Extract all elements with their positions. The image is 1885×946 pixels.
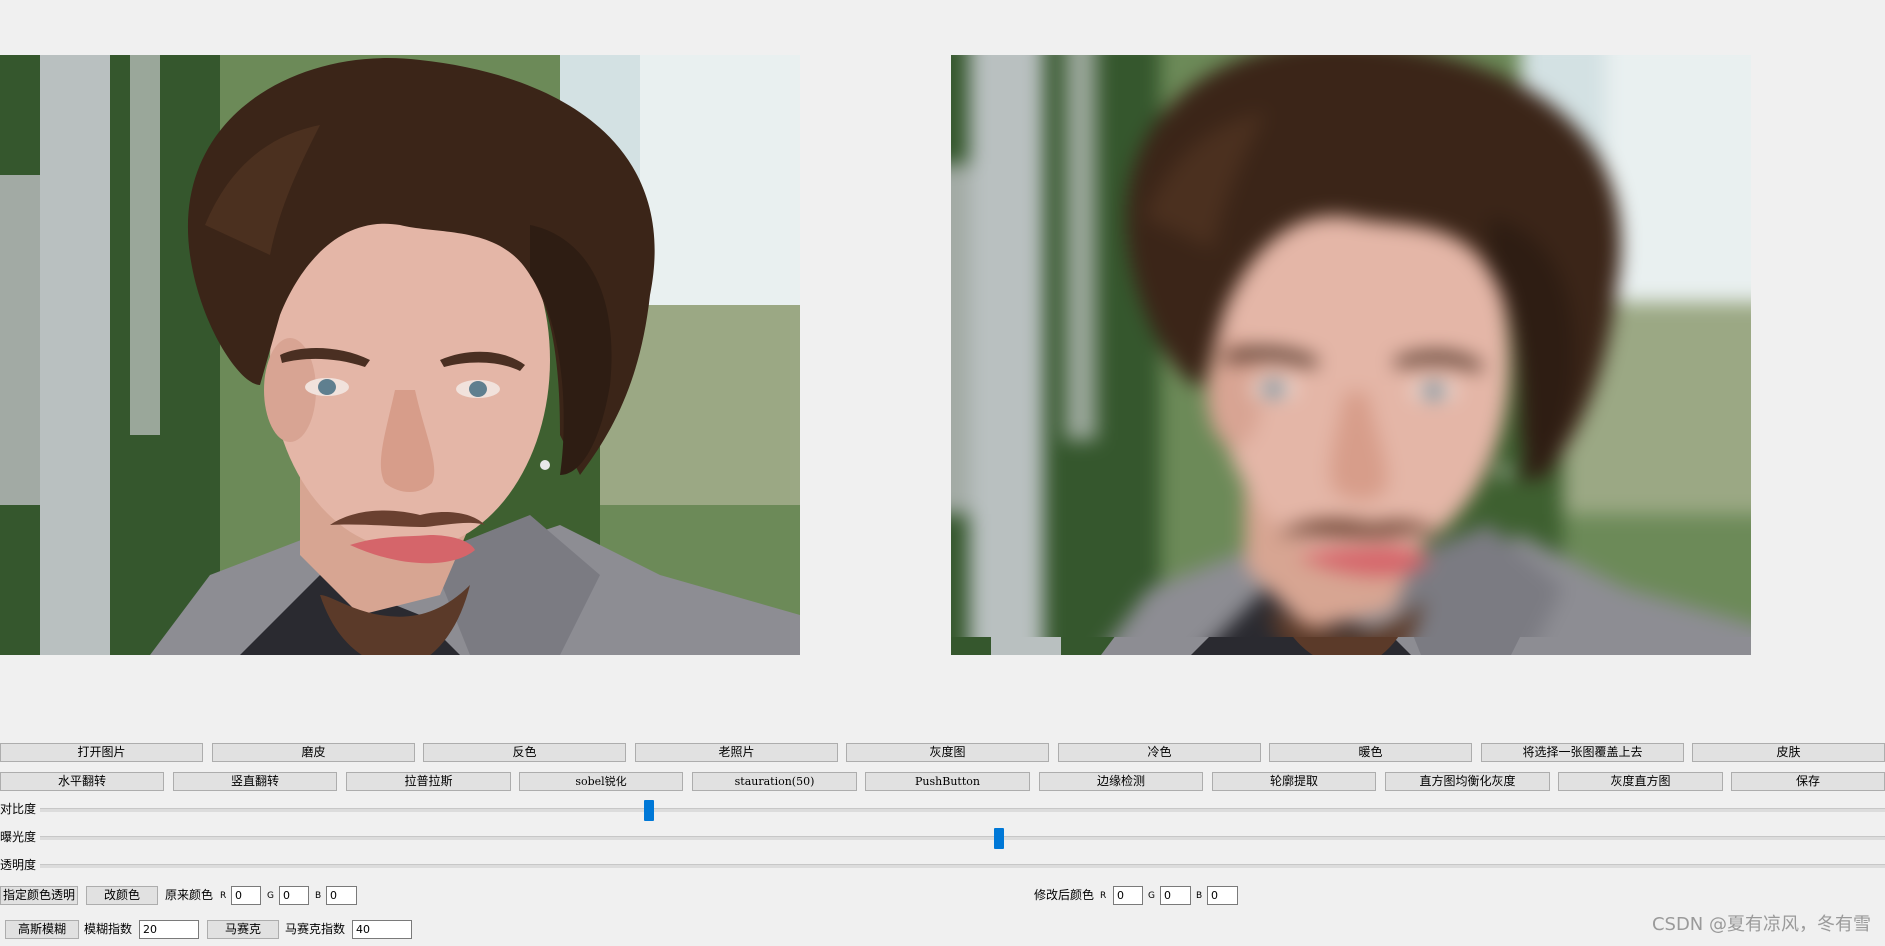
warm-tone-button[interactable]: 暖色 [1269, 743, 1472, 762]
sobel-sharpen-button[interactable]: sobel锐化 [519, 772, 683, 791]
open-image-button[interactable]: 打开图片 [0, 743, 203, 762]
blurred-portrait-image [951, 55, 1751, 655]
gray-histogram-button[interactable]: 灰度直方图 [1558, 772, 1723, 791]
opacity-slider-groove [40, 864, 1885, 868]
make-color-transparent-button[interactable]: 指定颜色透明 [0, 886, 78, 905]
exposure-slider-handle[interactable] [994, 828, 1005, 849]
old-photo-button[interactable]: 老照片 [635, 743, 838, 762]
original-portrait-image [0, 55, 800, 655]
opacity-label: 透明度 [0, 858, 37, 872]
contrast-slider-handle[interactable] [643, 800, 654, 821]
modified-r-label: R [1100, 891, 1107, 901]
edge-detection-button[interactable]: 边缘检测 [1039, 772, 1203, 791]
histogram-equalization-button[interactable]: 直方图均衡化灰度 [1385, 772, 1550, 791]
skin-smoothing-button[interactable]: 磨皮 [212, 743, 415, 762]
change-color-button[interactable]: 改颜色 [86, 886, 158, 905]
save-button[interactable]: 保存 [1731, 772, 1885, 791]
exposure-label: 曝光度 [0, 830, 37, 844]
contrast-slider[interactable] [40, 800, 1885, 821]
processed-image [951, 55, 1751, 655]
opacity-slider[interactable] [40, 856, 1885, 876]
vertical-flip-button[interactable]: 竖直翻转 [173, 772, 337, 791]
push-button[interactable]: PushButton [865, 772, 1030, 791]
watermark: CSDN @夏有凉风，冬有雪 [1651, 914, 1871, 935]
laplacian-button[interactable]: 拉普拉斯 [346, 772, 511, 791]
exposure-slider-groove [40, 836, 1885, 840]
mosaic-button[interactable]: 马赛克 [207, 920, 279, 939]
mosaic-index-input[interactable] [352, 920, 412, 939]
grayscale-button[interactable]: 灰度图 [846, 743, 1049, 762]
gaussian-blur-button[interactable]: 高斯模糊 [5, 920, 79, 939]
horizontal-flip-button[interactable]: 水平翻转 [0, 772, 164, 791]
original-color-label: 原来颜色 [165, 888, 214, 902]
invert-color-button[interactable]: 反色 [423, 743, 626, 762]
skin-button[interactable]: 皮肤 [1692, 743, 1885, 762]
modified-b-label: B [1196, 891, 1203, 901]
modified-r-input[interactable] [1113, 886, 1143, 905]
overlay-image-button[interactable]: 将选择一张图覆盖上去 [1481, 743, 1684, 762]
contrast-slider-groove [40, 808, 1885, 812]
modified-g-input[interactable] [1160, 886, 1191, 905]
original-b-label: B [315, 891, 322, 901]
original-r-label: R [220, 891, 227, 901]
original-image [0, 55, 800, 655]
mosaic-index-label: 马赛克指数 [285, 922, 346, 936]
blur-index-input[interactable] [139, 920, 199, 939]
saturation-button[interactable]: stauration(50) [692, 772, 857, 791]
original-r-input[interactable] [231, 886, 261, 905]
modified-color-label: 修改后颜色 [1034, 888, 1095, 902]
original-b-input[interactable] [326, 886, 357, 905]
original-g-input[interactable] [279, 886, 309, 905]
cool-tone-button[interactable]: 冷色 [1058, 743, 1261, 762]
exposure-slider[interactable] [40, 828, 1885, 849]
unblurred-bottom-strip [951, 637, 1751, 655]
modified-b-input[interactable] [1207, 886, 1238, 905]
blur-index-label: 模糊指数 [84, 922, 133, 936]
original-g-label: G [267, 891, 274, 901]
contrast-label: 对比度 [0, 802, 37, 816]
contour-extraction-button[interactable]: 轮廓提取 [1212, 772, 1376, 791]
modified-g-label: G [1148, 891, 1155, 901]
